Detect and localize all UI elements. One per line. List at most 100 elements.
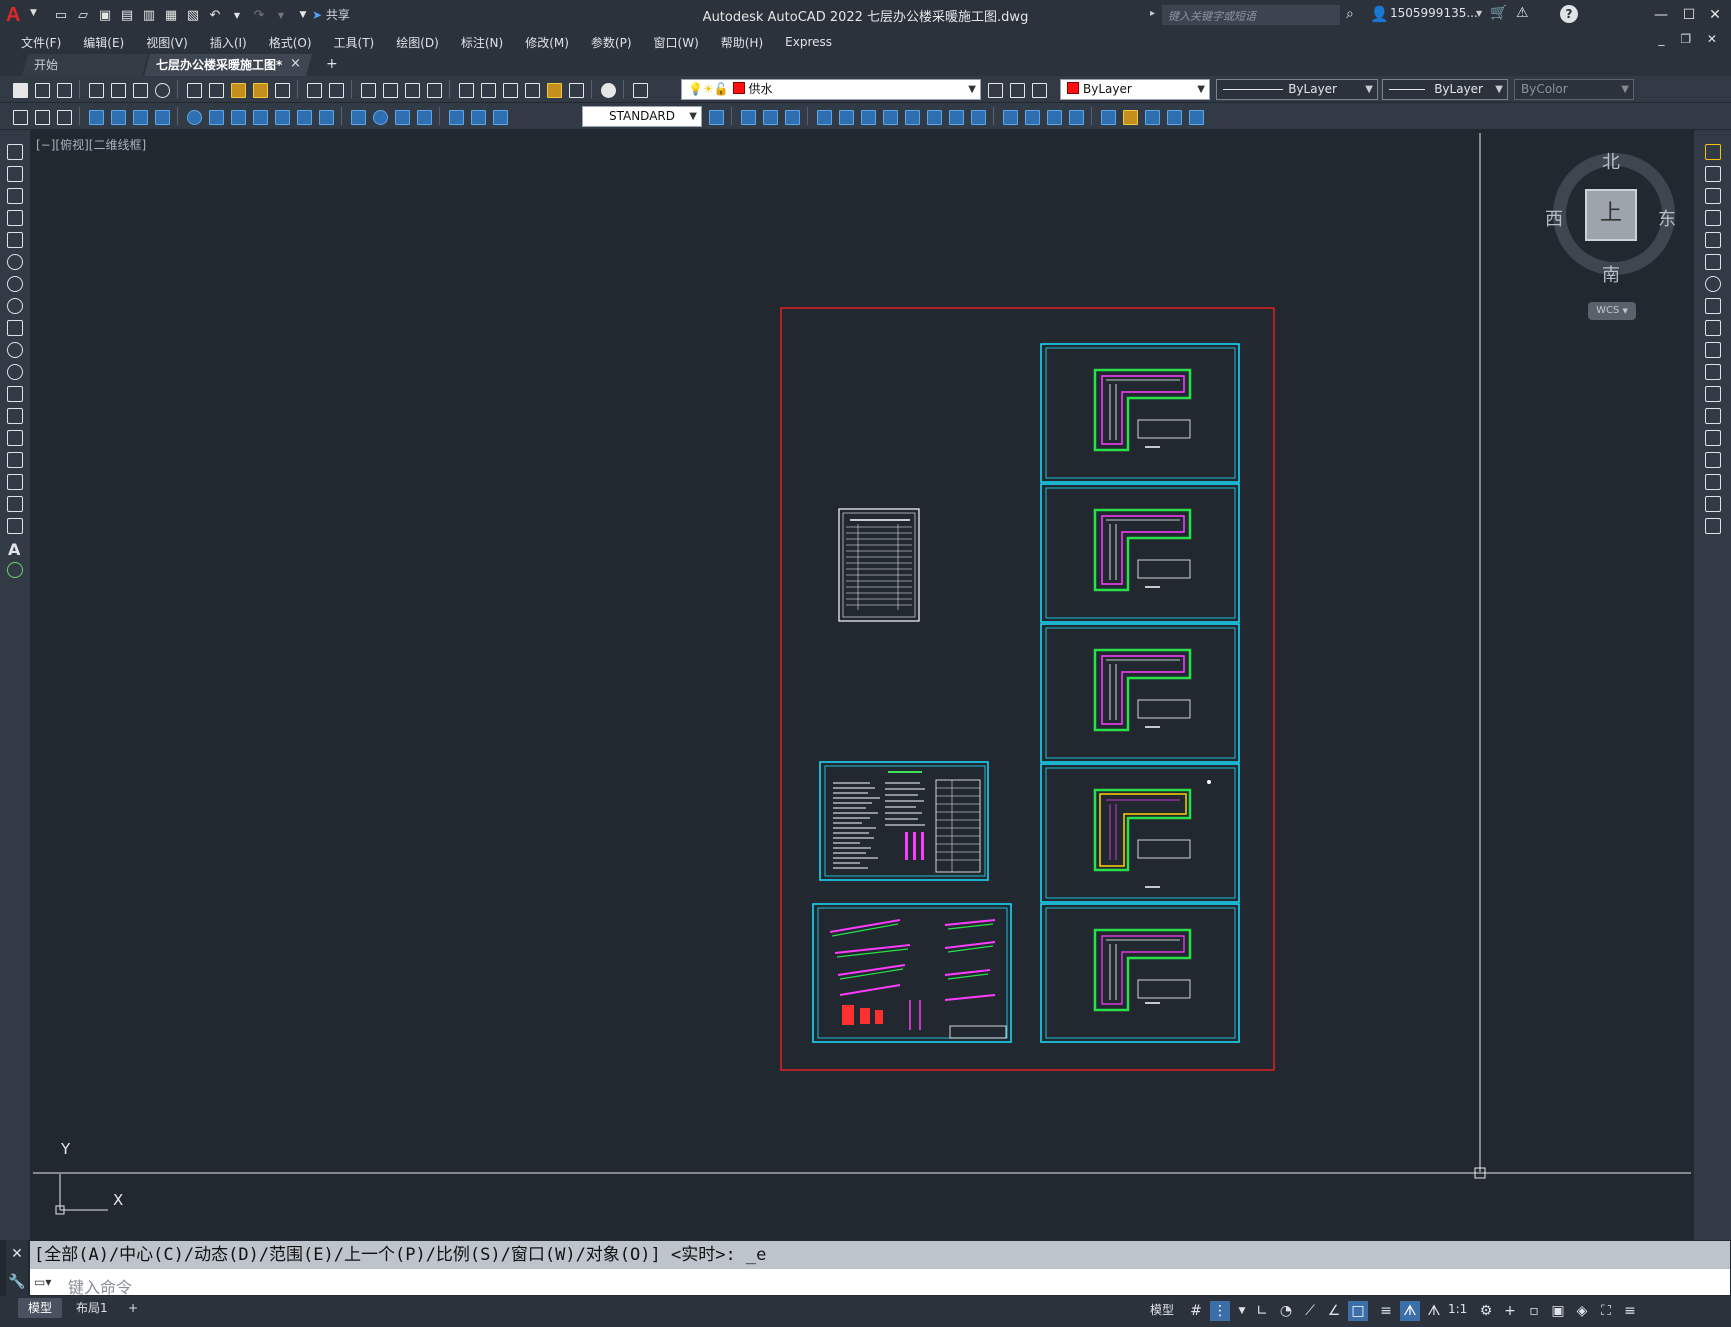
multiline-text-icon[interactable]: A bbox=[8, 540, 20, 559]
layout-tab-model[interactable]: 模型 bbox=[18, 1298, 63, 1318]
autodesk-app-icon[interactable]: ⚠ bbox=[1516, 5, 1529, 21]
new-file-icon[interactable]: ▭ bbox=[52, 6, 70, 24]
viewcube-top-face[interactable]: 上 bbox=[1585, 189, 1637, 241]
open-file-icon[interactable]: ▱ bbox=[74, 6, 92, 24]
dim-ordinate-icon[interactable] bbox=[108, 107, 127, 126]
compass-north[interactable]: 北 bbox=[1602, 148, 1620, 174]
layer-state-icon[interactable] bbox=[1029, 80, 1048, 99]
add-layout-button[interactable]: + bbox=[118, 1298, 148, 1318]
match-properties-icon[interactable] bbox=[250, 80, 269, 99]
plotstyle-dropdown[interactable]: ByColor ▼ bbox=[1514, 79, 1634, 100]
search-icon[interactable]: ⌕ bbox=[1346, 6, 1354, 22]
quick-properties-icon[interactable]: ▣ bbox=[1548, 1301, 1568, 1321]
jogged-linear-icon[interactable] bbox=[414, 107, 433, 126]
plot-icon[interactable]: ▧ bbox=[184, 6, 202, 24]
isodraft-icon[interactable]: ⟋ bbox=[1300, 1301, 1320, 1321]
app-menu-chevron-icon[interactable]: ▼ bbox=[30, 8, 37, 18]
hatch-icon[interactable] bbox=[7, 452, 23, 468]
dim-space-icon[interactable] bbox=[294, 107, 313, 126]
preview-icon[interactable] bbox=[108, 80, 127, 99]
cart-icon[interactable]: 🛒 bbox=[1490, 5, 1507, 21]
menu-format[interactable]: 格式(O) bbox=[258, 34, 323, 51]
color-dropdown[interactable]: ByLayer ▼ bbox=[1060, 79, 1210, 100]
insert-block-icon[interactable] bbox=[7, 386, 23, 402]
rotate-icon[interactable] bbox=[1705, 276, 1721, 292]
arc-icon[interactable] bbox=[7, 254, 23, 270]
linetype-dropdown[interactable]: ByLayer ▼ bbox=[1216, 79, 1378, 100]
drawing-canvas[interactable] bbox=[33, 130, 1691, 1235]
publish-icon[interactable] bbox=[130, 80, 149, 99]
polyline-icon[interactable] bbox=[7, 188, 23, 204]
dim-aligned-icon[interactable] bbox=[54, 107, 73, 126]
scale-icon[interactable] bbox=[1705, 298, 1721, 314]
dim-update-icon[interactable] bbox=[490, 107, 509, 126]
3d-print-icon[interactable] bbox=[152, 80, 171, 99]
units-icon[interactable]: ▫ bbox=[1524, 1301, 1544, 1321]
menu-modify[interactable]: 修改(M) bbox=[514, 34, 580, 51]
redo-icon[interactable] bbox=[326, 80, 345, 99]
block-editor-icon[interactable] bbox=[272, 80, 291, 99]
layout-tab-layout1[interactable]: 布局1 bbox=[66, 1298, 118, 1318]
copy-edges-icon[interactable] bbox=[1000, 107, 1019, 126]
tab-drawing[interactable]: 七层办公楼采暖施工图* bbox=[144, 54, 312, 76]
make-current-layer-icon[interactable] bbox=[985, 80, 1004, 99]
markup-icon[interactable] bbox=[544, 80, 563, 99]
inspection-icon[interactable] bbox=[392, 107, 411, 126]
make-block-icon[interactable] bbox=[7, 408, 23, 424]
search-expand-icon[interactable]: ▸ bbox=[1150, 8, 1155, 19]
undo-icon[interactable] bbox=[304, 80, 323, 99]
auto-scale-icon[interactable]: ᗑ bbox=[1424, 1301, 1444, 1321]
dim-angular-icon[interactable] bbox=[206, 107, 225, 126]
tab-start[interactable]: 开始 bbox=[22, 54, 148, 76]
share-button[interactable]: ➤ 共享 bbox=[312, 6, 350, 23]
menu-tools[interactable]: 工具(T) bbox=[323, 34, 386, 51]
annotation-visibility-icon[interactable]: ᗑ bbox=[1400, 1301, 1420, 1321]
zoom-window-icon[interactable] bbox=[402, 80, 421, 99]
document-window-controls[interactable]: _ ❐ ✕ bbox=[1659, 32, 1723, 46]
menu-insert[interactable]: 插入(I) bbox=[199, 34, 258, 51]
save-icon[interactable] bbox=[54, 80, 73, 99]
separate-icon[interactable] bbox=[1098, 107, 1117, 126]
polar-tracking-icon[interactable]: ◔ bbox=[1276, 1301, 1296, 1321]
command-input[interactable] bbox=[30, 1269, 1730, 1295]
redo-list-chevron-icon[interactable]: ▼ bbox=[272, 6, 290, 24]
model-space-button[interactable]: 模型 bbox=[1150, 1301, 1184, 1321]
table-icon[interactable] bbox=[7, 518, 23, 534]
snap-chevron-icon[interactable]: ▼ bbox=[1232, 1301, 1252, 1321]
dim-style-icon[interactable] bbox=[706, 107, 725, 126]
quickcalc-icon[interactable] bbox=[566, 80, 585, 99]
zoom-previous-icon[interactable] bbox=[424, 80, 443, 99]
break-at-point-icon[interactable] bbox=[1705, 386, 1721, 402]
lineweight-dropdown[interactable]: ByLayer ▼ bbox=[1382, 79, 1508, 100]
dim-edit-icon[interactable] bbox=[446, 107, 465, 126]
circle-icon[interactable] bbox=[7, 276, 23, 292]
layer-previous-icon[interactable] bbox=[1007, 80, 1026, 99]
recent-commands-icon[interactable]: ▭▾ bbox=[34, 1275, 51, 1289]
shell-icon[interactable] bbox=[1120, 107, 1139, 126]
section-icon[interactable] bbox=[1164, 107, 1183, 126]
check-icon[interactable] bbox=[1142, 107, 1161, 126]
properties-icon[interactable] bbox=[456, 80, 475, 99]
customization-icon[interactable]: ≡ bbox=[1620, 1301, 1640, 1321]
dim-linear-icon[interactable] bbox=[32, 107, 51, 126]
command-close-icon[interactable]: ✕ bbox=[6, 1246, 28, 1262]
zoom-realtime-icon[interactable] bbox=[380, 80, 399, 99]
dim-baseline-icon[interactable] bbox=[250, 107, 269, 126]
menu-view[interactable]: 视图(V) bbox=[135, 34, 199, 51]
object-snap-icon[interactable]: □ bbox=[1348, 1301, 1368, 1321]
cut-icon[interactable] bbox=[184, 80, 203, 99]
pan-icon[interactable] bbox=[358, 80, 377, 99]
dim-arc-icon[interactable] bbox=[86, 107, 105, 126]
copy-object-icon[interactable] bbox=[1705, 166, 1721, 182]
taper-faces-icon[interactable] bbox=[924, 107, 943, 126]
intersect-icon[interactable] bbox=[782, 107, 801, 126]
mirror-icon[interactable] bbox=[1705, 188, 1721, 204]
imprint-icon[interactable] bbox=[1044, 107, 1063, 126]
undo-list-chevron-icon[interactable]: ▼ bbox=[228, 6, 246, 24]
customize-qat-icon[interactable]: ▼ bbox=[294, 6, 312, 24]
tab-close-icon[interactable]: × bbox=[290, 56, 301, 71]
user-icon[interactable]: 👤 bbox=[1370, 5, 1389, 23]
dim-text-edit-icon[interactable] bbox=[468, 107, 487, 126]
copy-icon[interactable] bbox=[206, 80, 225, 99]
plot-icon[interactable] bbox=[86, 80, 105, 99]
